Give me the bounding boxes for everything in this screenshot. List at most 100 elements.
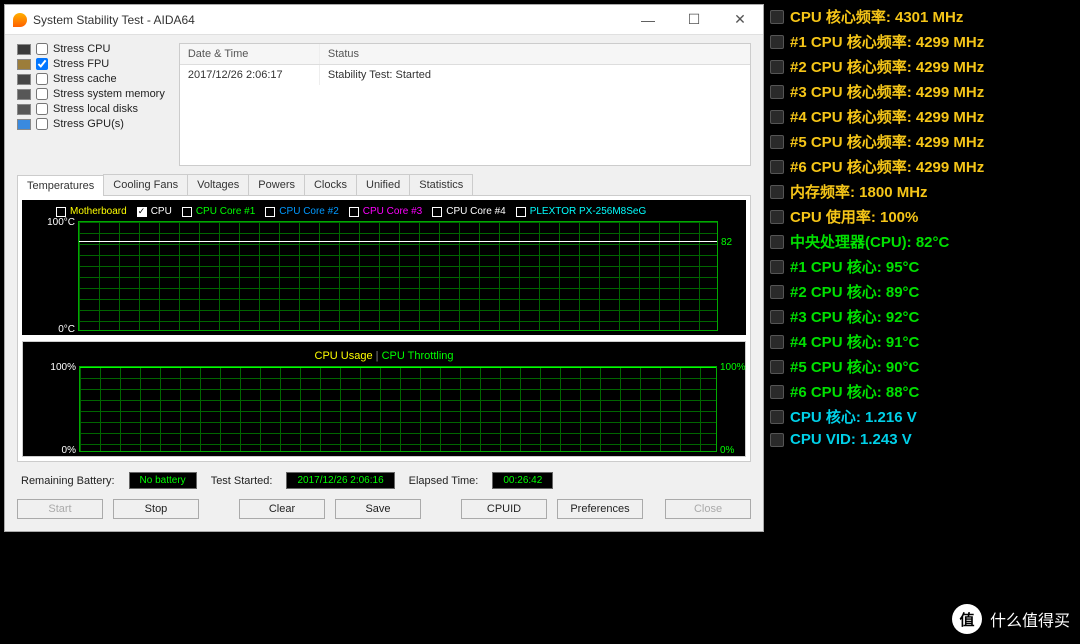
stress-cache-label: Stress cache xyxy=(53,73,117,85)
tab-statistics[interactable]: Statistics xyxy=(409,174,473,195)
legend-core1[interactable]: CPU Core #1 xyxy=(182,206,255,217)
stress-cpu-checkbox[interactable] xyxy=(36,43,48,55)
checkbox-icon xyxy=(182,207,192,217)
legend-core4[interactable]: CPU Core #4 xyxy=(432,206,505,217)
y-min-label: 0°C xyxy=(58,324,79,335)
cpuid-button[interactable]: CPUID xyxy=(461,499,547,519)
legend-core2[interactable]: CPU Core #2 xyxy=(265,206,338,217)
checkbox-icon xyxy=(432,207,442,217)
button-row: Start Stop Clear Save CPUID Preferences … xyxy=(17,497,751,521)
status-bar: Remaining Battery: No battery Test Start… xyxy=(17,462,751,497)
tab-temperatures[interactable]: Temperatures xyxy=(17,175,104,196)
stress-fpu-checkbox[interactable] xyxy=(36,58,48,70)
stress-mem-checkbox[interactable] xyxy=(36,88,48,100)
preferences-button[interactable]: Preferences xyxy=(557,499,643,519)
usage-label-b: CPU Throttling xyxy=(382,350,454,362)
legend-label: PLEXTOR PX-256M8SeG xyxy=(530,206,647,217)
chip-icon xyxy=(770,85,784,99)
gpu-icon xyxy=(17,119,31,130)
stress-disk-checkbox[interactable] xyxy=(36,103,48,115)
stress-cache-checkbox[interactable] xyxy=(36,73,48,85)
gadget-core3-temp: #3 CPU 核心: 92°C xyxy=(770,306,1068,327)
gadget-cpu-usage: CPU 使用率: 100% xyxy=(770,206,1068,227)
chip-icon xyxy=(770,60,784,74)
tab-clocks[interactable]: Clocks xyxy=(304,174,357,195)
stop-button[interactable]: Stop xyxy=(113,499,199,519)
fpu-icon xyxy=(17,59,31,70)
gadget-core2-freq: #2 CPU 核心频率: 4299 MHz xyxy=(770,56,1068,77)
chip-icon xyxy=(770,135,784,149)
client-area: Stress CPU Stress FPU Stress cache Stres… xyxy=(5,35,763,531)
legend-label: CPU Core #2 xyxy=(279,206,338,217)
usage-graph: CPU Usage | CPU Throttling 100% 0% 100% … xyxy=(22,341,746,457)
temp-reading: 82 xyxy=(717,237,732,248)
cache-icon xyxy=(17,74,31,85)
tab-powers[interactable]: Powers xyxy=(248,174,305,195)
close-dialog-button[interactable]: Close xyxy=(665,499,751,519)
gadget-vid: CPU VID: 1.243 V xyxy=(770,431,1068,448)
legend-core3[interactable]: CPU Core #3 xyxy=(349,206,422,217)
gadget-cpu-temp: 中央处理器(CPU): 82°C xyxy=(770,231,1068,252)
chip-icon xyxy=(770,110,784,124)
start-button[interactable]: Start xyxy=(17,499,103,519)
cpu-temp-line xyxy=(79,241,717,242)
save-button[interactable]: Save xyxy=(335,499,421,519)
log-status: Stability Test: Started xyxy=(320,65,750,85)
maximize-button[interactable]: ☐ xyxy=(671,5,717,35)
tab-strip: Temperatures Cooling Fans Voltages Power… xyxy=(17,174,751,196)
chip-icon xyxy=(770,235,784,249)
legend-label: CPU Core #3 xyxy=(363,206,422,217)
stress-fpu-row[interactable]: Stress FPU xyxy=(17,58,165,70)
chip-icon xyxy=(770,260,784,274)
gadget-core4-freq: #4 CPU 核心频率: 4299 MHz xyxy=(770,106,1068,127)
gadget-core6-freq: #6 CPU 核心频率: 4299 MHz xyxy=(770,156,1068,177)
elapsed-label: Elapsed Time: xyxy=(409,475,479,487)
stress-options: Stress CPU Stress FPU Stress cache Stres… xyxy=(17,43,165,166)
col-date-header[interactable]: Date & Time xyxy=(180,44,320,64)
aida64-window: System Stability Test - AIDA64 — ☐ ✕ Str… xyxy=(4,4,764,532)
clear-button[interactable]: Clear xyxy=(239,499,325,519)
checkbox-icon xyxy=(56,207,66,217)
gadget-core1-freq: #1 CPU 核心频率: 4299 MHz xyxy=(770,31,1068,52)
usage-chart-area: 100% 0% 100% 0% xyxy=(79,366,717,452)
tab-voltages[interactable]: Voltages xyxy=(187,174,249,195)
mem-icon xyxy=(17,89,31,100)
gadget-core5-temp: #5 CPU 核心: 90°C xyxy=(770,356,1068,377)
chip-icon xyxy=(770,310,784,324)
chart-grid xyxy=(80,367,716,451)
stress-gpu-row[interactable]: Stress GPU(s) xyxy=(17,118,165,130)
close-button[interactable]: ✕ xyxy=(717,5,763,35)
battery-value: No battery xyxy=(129,472,197,489)
checkbox-icon xyxy=(516,207,526,217)
tab-unified[interactable]: Unified xyxy=(356,174,410,195)
chip-icon xyxy=(770,433,784,447)
temp-chart-area: 100°C 0°C 82 xyxy=(78,221,718,331)
stress-fpu-label: Stress FPU xyxy=(53,58,109,70)
temperature-graph: Motherboard CPU CPU Core #1 CPU Core #2 … xyxy=(22,200,746,335)
chart-grid xyxy=(79,222,717,330)
y-max-label: 100% xyxy=(50,362,80,373)
chip-icon xyxy=(770,360,784,374)
gadget-core3-freq: #3 CPU 核心频率: 4299 MHz xyxy=(770,81,1068,102)
table-row[interactable]: 2017/12/26 2:06:17 Stability Test: Start… xyxy=(180,65,750,85)
stress-gpu-checkbox[interactable] xyxy=(36,118,48,130)
legend-cpu[interactable]: CPU xyxy=(137,206,172,217)
legend-label: Motherboard xyxy=(70,206,127,217)
r-max-label: 100% xyxy=(716,362,746,373)
legend-ssd[interactable]: PLEXTOR PX-256M8SeG xyxy=(516,206,647,217)
stress-cache-row[interactable]: Stress cache xyxy=(17,73,165,85)
minimize-button[interactable]: — xyxy=(625,5,671,35)
titlebar[interactable]: System Stability Test - AIDA64 — ☐ ✕ xyxy=(5,5,763,35)
stress-disk-row[interactable]: Stress local disks xyxy=(17,103,165,115)
chip-icon xyxy=(770,160,784,174)
checkbox-icon xyxy=(137,207,147,217)
col-status-header[interactable]: Status xyxy=(320,44,750,64)
stress-cpu-row[interactable]: Stress CPU xyxy=(17,43,165,55)
gadget-mem-freq: 内存频率: 1800 MHz xyxy=(770,181,1068,202)
stress-mem-row[interactable]: Stress system memory xyxy=(17,88,165,100)
legend-motherboard[interactable]: Motherboard xyxy=(56,206,127,217)
tab-cooling-fans[interactable]: Cooling Fans xyxy=(103,174,188,195)
chip-icon xyxy=(770,285,784,299)
chip-icon xyxy=(770,10,784,24)
window-title: System Stability Test - AIDA64 xyxy=(33,13,625,27)
